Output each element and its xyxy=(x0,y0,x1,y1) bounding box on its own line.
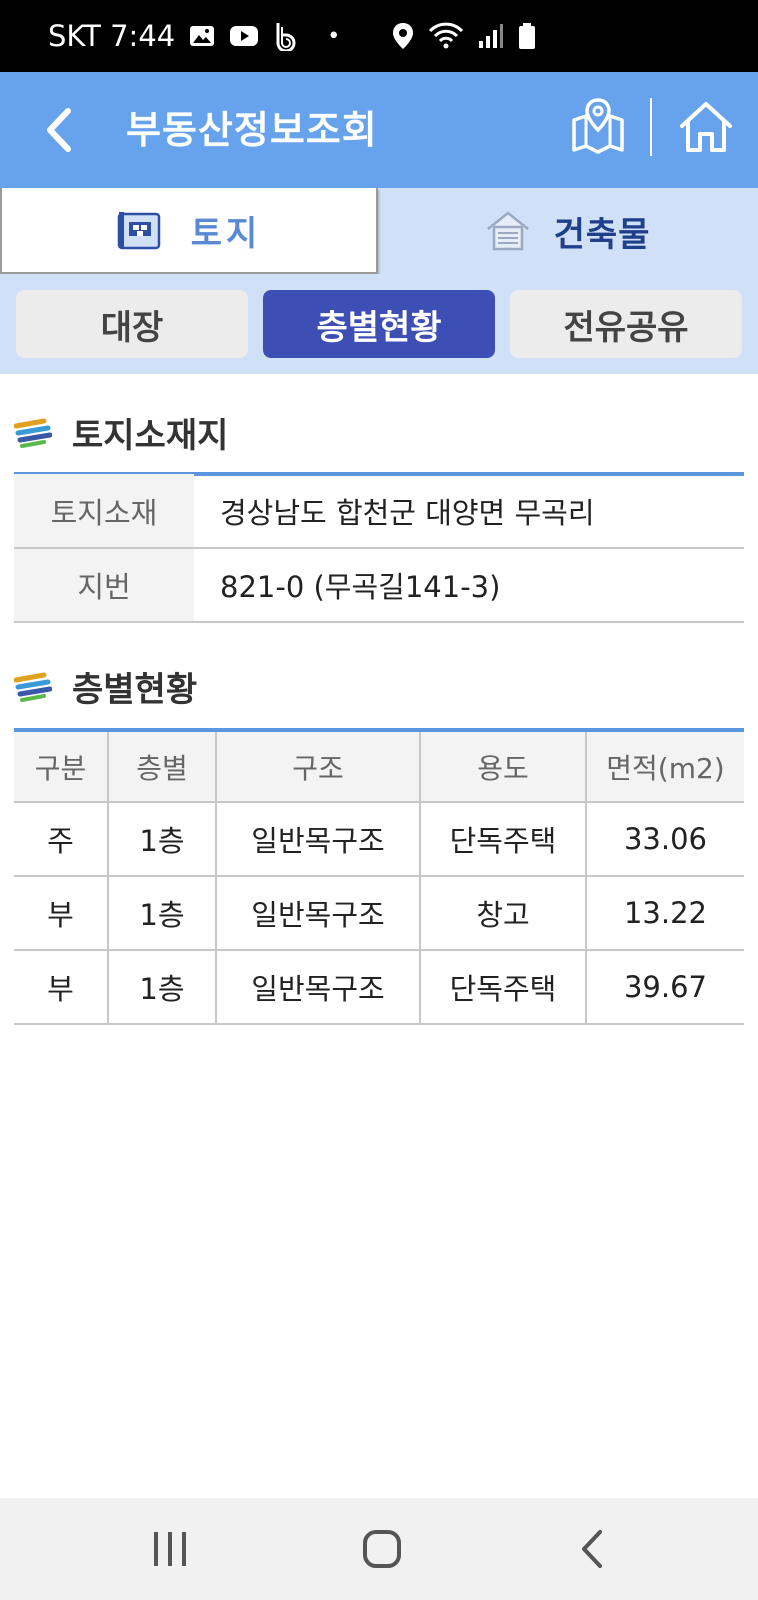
chevron-left-icon xyxy=(582,1530,602,1568)
tab-land-label: 토지 xyxy=(190,213,262,254)
cell-structure: 일반목구조 xyxy=(216,802,421,877)
app-header: 부동산정보조회 xyxy=(0,72,758,188)
sub-tab-ownership[interactable]: 전유공유 xyxy=(510,290,742,358)
house-icon xyxy=(486,211,529,251)
location-section-label: 토지소재지 xyxy=(72,416,229,456)
home-nav-button[interactable] xyxy=(352,1524,412,1574)
chevron-left-icon xyxy=(47,108,71,152)
home-button[interactable] xyxy=(676,96,736,156)
cell-division: 주 xyxy=(14,802,109,877)
map-pin-icon xyxy=(572,98,624,154)
location-table: 토지소재 경상남도 합천군 대양면 무곡리 지번 821-0 (무곡길141-3… xyxy=(14,474,744,623)
system-nav-bar xyxy=(0,1498,758,1600)
carrier-time: SKT 7:44 xyxy=(48,19,176,53)
sub-tab-register[interactable]: 대장 xyxy=(16,290,248,358)
status-bar: SKT 7:44 • xyxy=(0,0,758,72)
cell-area: 33.06 xyxy=(586,802,744,877)
location-value: 경상남도 합천군 대양면 무곡리 xyxy=(194,474,744,549)
cell-structure: 일반목구조 xyxy=(216,950,421,1025)
table-row: 토지소재 경상남도 합천군 대양면 무곡리 xyxy=(14,474,744,549)
location-section-title: 토지소재지 xyxy=(14,408,228,457)
lot-number-value: 821-0 (무곡길141-3) xyxy=(194,548,744,623)
col-header-floor: 층별 xyxy=(108,732,217,803)
table-row: 부 1층 일반목구조 창고 13.22 xyxy=(14,876,744,951)
location-icon xyxy=(393,23,413,49)
cell-floor: 1층 xyxy=(108,950,217,1025)
map-button[interactable] xyxy=(568,96,628,156)
section-stripes-icon xyxy=(14,418,52,448)
floor-table: 구분 층별 구조 용도 면적(m2) 주 1층 일반목구조 단독주택 33.06… xyxy=(14,732,744,1025)
home-circle-icon xyxy=(363,1530,401,1568)
recent-apps-button[interactable] xyxy=(140,1524,200,1574)
map-book-icon xyxy=(117,212,160,250)
table-row: 주 1층 일반목구조 단독주택 33.06 xyxy=(14,802,744,877)
cell-floor: 1층 xyxy=(108,876,217,951)
cell-division: 부 xyxy=(14,876,109,951)
location-label: 토지소재 xyxy=(14,474,194,549)
tab-land[interactable]: 토지 xyxy=(0,188,378,274)
gallery-icon xyxy=(190,26,215,46)
table-row: 부 1층 일반목구조 단독주택 39.67 xyxy=(14,950,744,1025)
battery-icon xyxy=(519,23,535,49)
cell-division: 부 xyxy=(14,950,109,1025)
cell-structure: 일반목구조 xyxy=(216,876,421,951)
table-header-row: 구분 층별 구조 용도 면적(m2) xyxy=(14,732,744,803)
home-icon xyxy=(680,102,732,152)
cell-floor: 1층 xyxy=(108,802,217,877)
notification-dot: • xyxy=(327,23,341,49)
sub-tabs: 대장 층별현황 전유공유 xyxy=(0,274,758,374)
col-header-structure: 구조 xyxy=(216,732,421,803)
youtube-icon xyxy=(230,26,259,46)
back-button[interactable] xyxy=(34,102,84,158)
cell-area: 13.22 xyxy=(586,876,744,951)
section-stripes-icon xyxy=(14,672,52,702)
cell-usage: 단독주택 xyxy=(420,950,587,1025)
floor-section-title: 층별현황 xyxy=(14,662,197,711)
signal-icon xyxy=(479,24,503,48)
tab-building[interactable]: 건축물 xyxy=(378,188,758,274)
back-nav-button[interactable] xyxy=(564,1524,624,1574)
recent-apps-icon xyxy=(154,1532,186,1566)
main-tabs: 토지 건축물 xyxy=(0,188,758,274)
col-header-division: 구분 xyxy=(14,732,109,803)
cell-usage: 단독주택 xyxy=(420,802,587,877)
page-title: 부동산정보조회 xyxy=(126,108,378,152)
header-divider xyxy=(650,98,652,156)
col-header-usage: 용도 xyxy=(420,732,587,803)
b-app-icon xyxy=(276,23,296,51)
table-row: 지번 821-0 (무곡길141-3) xyxy=(14,548,744,623)
cell-area: 39.67 xyxy=(586,950,744,1025)
floor-section-label: 층별현황 xyxy=(72,670,198,710)
col-header-area: 면적(m2) xyxy=(586,732,744,803)
sub-tab-floor-status[interactable]: 층별현황 xyxy=(263,290,495,358)
lot-number-label: 지번 xyxy=(14,548,194,623)
wifi-icon xyxy=(428,22,464,49)
cell-usage: 창고 xyxy=(420,876,587,951)
tab-building-label: 건축물 xyxy=(553,214,651,255)
